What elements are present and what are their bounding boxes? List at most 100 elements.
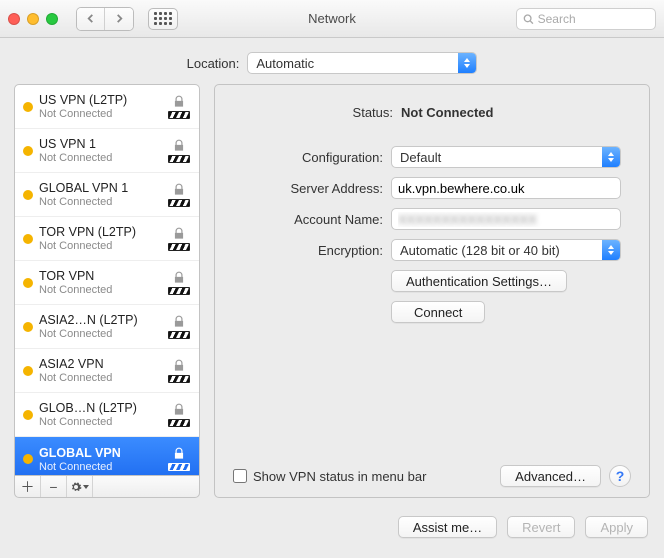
add-service-button[interactable]: ＋ xyxy=(15,476,41,497)
service-actions-menu[interactable] xyxy=(67,476,93,497)
vpn-stripes-icon xyxy=(168,287,190,295)
assist-me-button[interactable]: Assist me… xyxy=(398,516,497,538)
content: US VPN (L2TP) Not Connected US VPN 1 Not… xyxy=(0,84,664,508)
help-button[interactable]: ? xyxy=(609,465,631,487)
list-footer: ＋ − xyxy=(14,476,200,498)
item-status: Not Connected xyxy=(39,416,161,428)
vpn-stripes-icon xyxy=(168,199,190,207)
close-window-button[interactable] xyxy=(8,13,20,25)
forward-button[interactable] xyxy=(105,8,133,30)
list-item[interactable]: US VPN (L2TP) Not Connected xyxy=(15,85,199,129)
vpn-stripes-icon xyxy=(168,155,190,163)
item-name: GLOBAL VPN xyxy=(39,446,161,460)
show-vpn-status-input[interactable] xyxy=(233,469,247,483)
item-name: TOR VPN xyxy=(39,269,161,283)
list-item[interactable]: TOR VPN Not Connected xyxy=(15,261,199,305)
fullscreen-window-button[interactable] xyxy=(46,13,58,25)
location-value: Automatic xyxy=(248,56,342,71)
lock-icon xyxy=(171,403,187,417)
account-name-label: Account Name: xyxy=(233,212,383,227)
grid-icon xyxy=(154,12,172,25)
configuration-label: Configuration: xyxy=(233,150,383,165)
lock-icon xyxy=(171,447,187,461)
revert-button[interactable]: Revert xyxy=(507,516,575,538)
item-name: ASIA2 VPN xyxy=(39,357,161,371)
server-address-input[interactable] xyxy=(391,177,621,199)
encryption-select[interactable]: Automatic (128 bit or 40 bit) xyxy=(391,239,621,261)
gear-icon xyxy=(70,481,82,493)
vpn-stripes-icon xyxy=(168,419,190,427)
list-item[interactable]: GLOB…N (L2TP) Not Connected xyxy=(15,393,199,437)
status-dot-icon xyxy=(23,410,33,420)
status-label: Status: xyxy=(233,105,393,120)
list-item[interactable]: ASIA2…N (L2TP) Not Connected xyxy=(15,305,199,349)
lock-icon xyxy=(171,139,187,153)
show-vpn-status-label: Show VPN status in menu bar xyxy=(253,469,426,484)
item-status: Not Connected xyxy=(39,372,161,384)
vpn-stripes-icon xyxy=(168,463,190,471)
list-item-selected[interactable]: GLOBAL VPN Not Connected xyxy=(15,437,199,476)
window-footer: Assist me… Revert Apply xyxy=(0,508,664,550)
status-dot-icon xyxy=(23,278,33,288)
traffic-lights xyxy=(8,13,58,25)
item-name: GLOB…N (L2TP) xyxy=(39,401,161,415)
list-item[interactable]: TOR VPN (L2TP) Not Connected xyxy=(15,217,199,261)
back-button[interactable] xyxy=(77,8,105,30)
show-vpn-status-checkbox[interactable]: Show VPN status in menu bar xyxy=(233,469,426,484)
item-name: US VPN (L2TP) xyxy=(39,93,161,107)
vpn-stripes-icon xyxy=(168,243,190,251)
chevron-updown-icon xyxy=(602,147,620,167)
vpn-stripes-icon xyxy=(168,331,190,339)
item-name: US VPN 1 xyxy=(39,137,161,151)
vpn-stripes-icon xyxy=(168,375,190,383)
status-dot-icon xyxy=(23,102,33,112)
item-status: Not Connected xyxy=(39,461,161,473)
server-address-label: Server Address: xyxy=(233,181,383,196)
titlebar: Network xyxy=(0,0,664,38)
encryption-label: Encryption: xyxy=(233,243,383,258)
item-status: Not Connected xyxy=(39,240,161,252)
status-dot-icon xyxy=(23,322,33,332)
lock-icon xyxy=(171,227,187,241)
location-label: Location: xyxy=(187,56,240,71)
configuration-select[interactable]: Default xyxy=(391,146,621,168)
chevron-right-icon xyxy=(115,14,124,23)
item-status: Not Connected xyxy=(39,328,161,340)
item-status: Not Connected xyxy=(39,284,161,296)
location-select[interactable]: Automatic xyxy=(247,52,477,74)
lock-icon xyxy=(171,315,187,329)
item-name: TOR VPN (L2TP) xyxy=(39,225,161,239)
list-item[interactable]: US VPN 1 Not Connected xyxy=(15,129,199,173)
list-item[interactable]: ASIA2 VPN Not Connected xyxy=(15,349,199,393)
service-list[interactable]: US VPN (L2TP) Not Connected US VPN 1 Not… xyxy=(14,84,200,476)
sidebar: US VPN (L2TP) Not Connected US VPN 1 Not… xyxy=(14,84,200,498)
status-dot-icon xyxy=(23,454,33,464)
status-dot-icon xyxy=(23,146,33,156)
account-name-input[interactable] xyxy=(391,208,621,230)
item-status: Not Connected xyxy=(39,108,161,120)
window-title: Network xyxy=(308,11,356,26)
lock-icon xyxy=(171,359,187,373)
chevron-updown-icon xyxy=(458,53,476,73)
list-item[interactable]: GLOBAL VPN 1 Not Connected xyxy=(15,173,199,217)
connect-button[interactable]: Connect xyxy=(391,301,485,323)
advanced-button[interactable]: Advanced… xyxy=(500,465,601,487)
lock-icon xyxy=(171,271,187,285)
chevron-left-icon xyxy=(86,14,95,23)
chevron-down-icon xyxy=(83,485,89,489)
search-icon xyxy=(523,13,534,25)
item-status: Not Connected xyxy=(39,152,161,164)
minimize-window-button[interactable] xyxy=(27,13,39,25)
status-value: Not Connected xyxy=(401,105,493,120)
search-input[interactable] xyxy=(538,12,649,26)
chevron-updown-icon xyxy=(602,240,620,260)
apply-button[interactable]: Apply xyxy=(585,516,648,538)
lock-icon xyxy=(171,95,187,109)
status-dot-icon xyxy=(23,234,33,244)
remove-service-button[interactable]: − xyxy=(41,476,67,497)
item-name: GLOBAL VPN 1 xyxy=(39,181,161,195)
authentication-settings-button[interactable]: Authentication Settings… xyxy=(391,270,567,292)
show-all-prefs-button[interactable] xyxy=(148,8,178,30)
search-box[interactable] xyxy=(516,8,656,30)
encryption-value: Automatic (128 bit or 40 bit) xyxy=(392,243,588,258)
